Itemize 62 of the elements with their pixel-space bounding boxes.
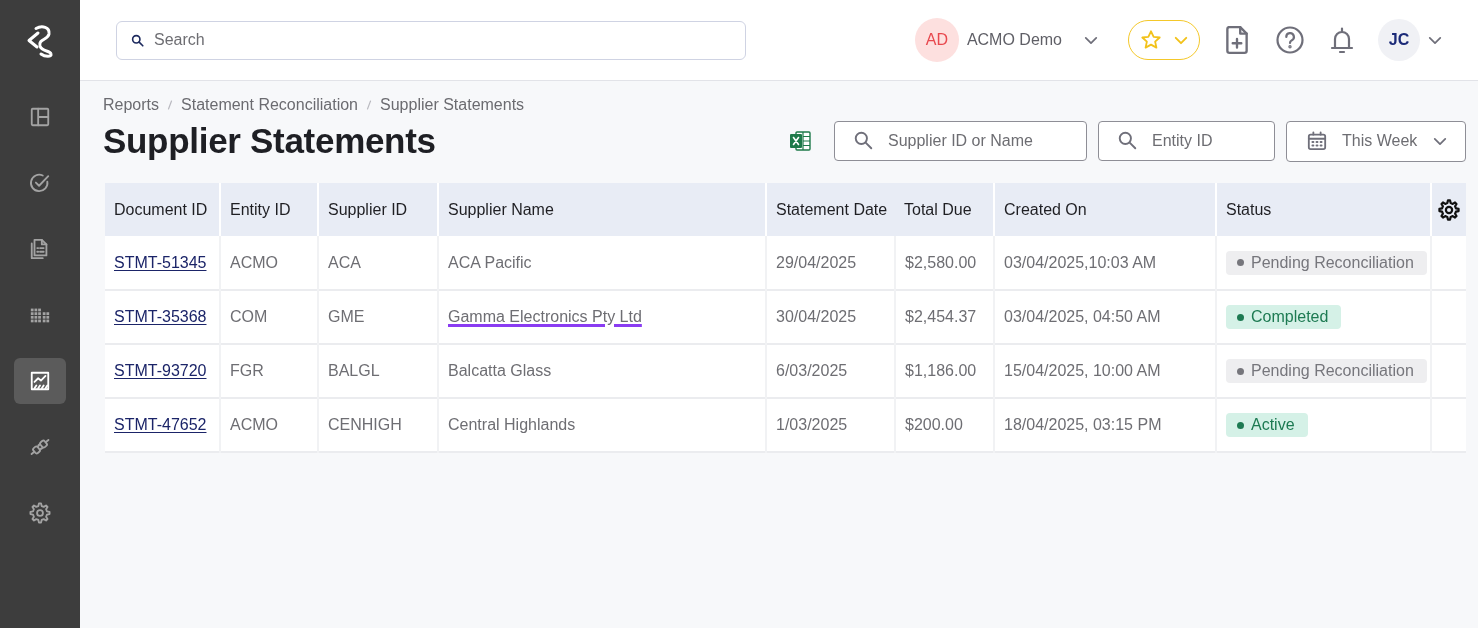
file-plus-icon[interactable] bbox=[1224, 25, 1250, 55]
sidebar-item[interactable] bbox=[14, 358, 66, 404]
document-link[interactable]: STMT-47652 bbox=[114, 416, 207, 433]
layout-icon bbox=[29, 106, 51, 128]
status-dot-icon bbox=[1237, 259, 1244, 266]
status-label: Pending Reconciliation bbox=[1251, 362, 1414, 380]
status-label: Active bbox=[1251, 416, 1295, 434]
column-header[interactable]: Statement Date bbox=[766, 183, 895, 236]
chevron-down-icon[interactable] bbox=[1084, 35, 1098, 45]
table-cell: $200.00 bbox=[895, 398, 994, 452]
status-dot-icon bbox=[1237, 367, 1244, 375]
table-cell: 18/04/2025, 03:15 PM bbox=[994, 398, 1216, 452]
status-label: Pending Reconciliation bbox=[1251, 253, 1414, 272]
help-icon[interactable] bbox=[1276, 26, 1304, 54]
page-title: Supplier Statements bbox=[103, 121, 436, 161]
calendar-icon bbox=[1307, 131, 1327, 151]
organization-name[interactable]: ACMO Demo bbox=[966, 31, 1062, 49]
column-header[interactable]: Total Due bbox=[895, 183, 994, 236]
star-icon bbox=[1140, 29, 1162, 51]
date-range-dropdown[interactable]: This Week bbox=[1286, 120, 1466, 162]
chevron-down-icon bbox=[1174, 35, 1188, 45]
column-header[interactable]: Created On bbox=[994, 183, 1216, 236]
logo-icon[interactable] bbox=[25, 24, 55, 58]
breadcrumb-separator-icon bbox=[167, 100, 174, 110]
user-avatar[interactable]: JC bbox=[1378, 19, 1420, 61]
chevron-down-icon[interactable] bbox=[1428, 35, 1442, 45]
breadcrumb-separator-icon bbox=[366, 100, 372, 110]
column-header[interactable]: Status bbox=[1216, 183, 1431, 236]
breadcrumb-link[interactable]: Reports bbox=[103, 96, 160, 114]
document-link[interactable]: STMT-51345 bbox=[114, 253, 207, 271]
spreadsheet-export-icon[interactable] bbox=[788, 129, 812, 153]
supplier-name: Central Highlands bbox=[448, 416, 576, 433]
breadcrumb-current: Supplier Statements bbox=[380, 96, 525, 114]
search-icon bbox=[131, 33, 144, 47]
search-icon bbox=[1118, 131, 1137, 150]
document-link[interactable]: STMT-93720 bbox=[114, 362, 207, 379]
status-label: Completed bbox=[1251, 308, 1329, 326]
column-header[interactable]: Supplier ID bbox=[318, 183, 438, 236]
supplier-name: Balcatta Glass bbox=[448, 362, 552, 379]
status-dot-icon bbox=[1237, 421, 1244, 429]
check-circle-icon bbox=[29, 172, 51, 194]
bell-icon[interactable] bbox=[1330, 26, 1354, 54]
chevron-down-icon bbox=[1433, 136, 1447, 146]
plug-icon bbox=[29, 436, 51, 458]
supplier-name: ACA Pacific bbox=[448, 253, 532, 271]
document-link[interactable]: STMT-35368 bbox=[114, 308, 207, 325]
supplier-name: Gamma Electronics Pty Ltd bbox=[448, 308, 642, 325]
chart-icon bbox=[29, 370, 51, 392]
column-header[interactable]: Entity ID bbox=[220, 183, 318, 236]
table-cell: 1/03/2025 bbox=[766, 398, 895, 452]
settings-icon[interactable] bbox=[1438, 198, 1460, 221]
table-cell: ACMO bbox=[220, 398, 318, 452]
supplier-search-field[interactable]: Supplier ID or Name bbox=[834, 121, 1087, 161]
column-header[interactable]: Document ID bbox=[105, 183, 220, 236]
search-icon bbox=[854, 131, 873, 150]
breadcrumb-link[interactable]: Statement Reconciliation bbox=[181, 96, 358, 114]
search-field[interactable]: Search bbox=[116, 20, 746, 60]
column-header[interactable]: Supplier Name bbox=[438, 183, 766, 236]
settings-icon bbox=[29, 502, 51, 524]
table-cell: CENHIGH bbox=[318, 398, 438, 452]
entity-search-field[interactable]: Entity ID bbox=[1098, 121, 1275, 161]
status-dot-icon bbox=[1237, 313, 1244, 321]
